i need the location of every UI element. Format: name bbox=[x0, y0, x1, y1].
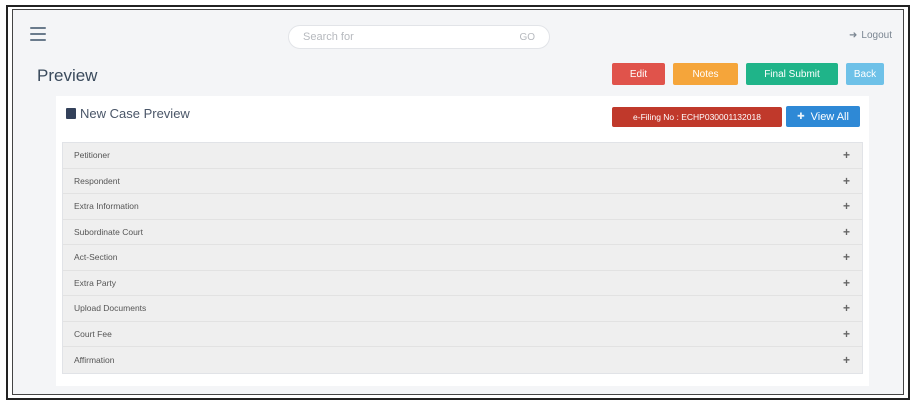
accordion-label: Respondent bbox=[74, 175, 120, 186]
accordion-row-extra-party[interactable]: Extra Party + bbox=[63, 270, 862, 296]
plus-icon[interactable]: + bbox=[843, 327, 850, 341]
accordion-row-upload-documents[interactable]: Upload Documents + bbox=[63, 296, 862, 322]
expand-icon: ✚ bbox=[797, 111, 805, 121]
accordion-row-act-section[interactable]: Act-Section + bbox=[63, 245, 862, 271]
accordion-row-subordinate-court[interactable]: Subordinate Court + bbox=[63, 219, 862, 245]
book-icon bbox=[66, 108, 76, 119]
plus-icon[interactable]: + bbox=[843, 225, 850, 239]
top-bar: GO ➜ Logout bbox=[18, 22, 898, 52]
final-submit-button[interactable]: Final Submit bbox=[746, 63, 838, 85]
back-button[interactable]: Back bbox=[846, 63, 884, 85]
search-box: GO bbox=[288, 25, 550, 49]
plus-icon[interactable]: + bbox=[843, 148, 850, 162]
search-go-button[interactable]: GO bbox=[519, 32, 535, 43]
page-title: Preview bbox=[37, 66, 98, 85]
accordion-label: Extra Party bbox=[74, 277, 117, 288]
accordion-row-respondent[interactable]: Respondent + bbox=[63, 168, 862, 194]
view-all-button[interactable]: ✚ View All bbox=[786, 106, 860, 127]
logout-link[interactable]: ➜ Logout bbox=[849, 30, 892, 41]
plus-icon[interactable]: + bbox=[843, 353, 850, 367]
panel-title: New Case Preview bbox=[80, 106, 190, 121]
view-all-label: View All bbox=[810, 110, 849, 123]
plus-icon[interactable]: + bbox=[843, 276, 850, 290]
logout-icon: ➜ bbox=[849, 30, 858, 41]
case-preview-panel: New Case Preview e-Filing No : ECHP03000… bbox=[56, 96, 869, 386]
plus-icon[interactable]: + bbox=[843, 199, 850, 213]
accordion-label: Petitioner bbox=[74, 150, 110, 161]
action-buttons: Edit Notes Final Submit Back bbox=[612, 63, 884, 85]
edit-button[interactable]: Edit bbox=[612, 63, 665, 85]
efiling-number-badge: e-Filing No : ECHP030001132018 bbox=[612, 107, 782, 127]
accordion-label: Court Fee bbox=[74, 328, 112, 339]
accordion-label: Extra Information bbox=[74, 201, 139, 212]
accordion-row-court-fee[interactable]: Court Fee + bbox=[63, 321, 862, 347]
plus-icon[interactable]: + bbox=[843, 250, 850, 264]
accordion-row-extra-information[interactable]: Extra Information + bbox=[63, 194, 862, 220]
plus-icon[interactable]: + bbox=[843, 174, 850, 188]
accordion: Petitioner + Respondent + Extra Informat… bbox=[62, 142, 863, 374]
accordion-label: Upload Documents bbox=[74, 303, 147, 314]
notes-button[interactable]: Notes bbox=[673, 63, 738, 85]
logout-label: Logout bbox=[861, 30, 892, 41]
accordion-row-affirmation[interactable]: Affirmation + bbox=[63, 347, 862, 373]
accordion-label: Affirmation bbox=[74, 354, 115, 365]
panel-header: New Case Preview bbox=[66, 106, 190, 121]
accordion-row-petitioner[interactable]: Petitioner + bbox=[63, 143, 862, 169]
plus-icon[interactable]: + bbox=[843, 301, 850, 315]
search-input[interactable] bbox=[303, 31, 520, 43]
accordion-label: Subordinate Court bbox=[74, 226, 143, 237]
accordion-label: Act-Section bbox=[74, 252, 118, 263]
hamburger-menu-icon[interactable] bbox=[30, 27, 46, 41]
